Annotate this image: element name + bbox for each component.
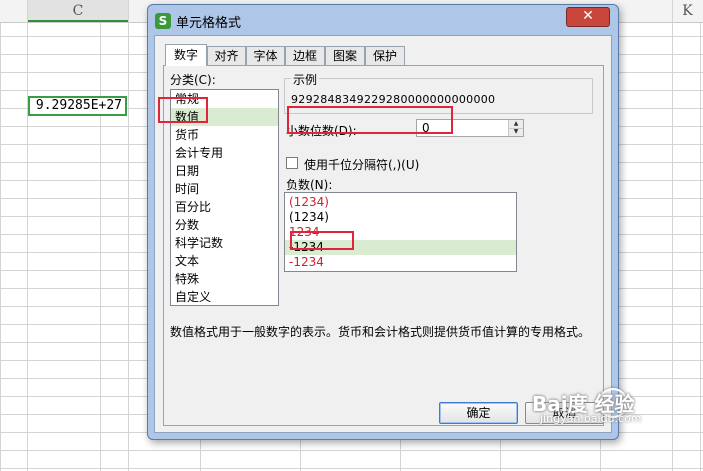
column-header-k[interactable]: K <box>672 0 703 22</box>
decimal-places-label: 小数位数(D): <box>286 124 357 138</box>
category-item[interactable]: 会计专用 <box>171 144 278 162</box>
format-description: 数值格式用于一般数字的表示。货币和会计格式则提供货币值计算的专用格式。 <box>170 325 591 339</box>
category-item[interactable]: 文本 <box>171 252 278 270</box>
category-label: 分类(C): <box>170 73 216 87</box>
category-item[interactable]: 日期 <box>171 162 278 180</box>
tab-alignment[interactable]: 对齐 <box>207 46 246 65</box>
sample-title: 示例 <box>291 71 320 88</box>
ok-button[interactable]: 确定 <box>439 402 518 424</box>
category-item[interactable]: 自定义 <box>171 288 278 306</box>
dialog-titlebar[interactable]: S 单元格格式 ✕ <box>148 5 618 35</box>
decimal-places-spinner[interactable]: 0 ▲ ▼ <box>416 119 524 137</box>
category-item[interactable]: 常规 <box>171 90 278 108</box>
sample-group: 示例 9292848349229280000000000000 <box>284 71 593 114</box>
number-tab-panel: 分类(C): 常规 数值 货币 会计专用 日期 时间 百分比 分数 科学记数 文… <box>163 65 604 426</box>
category-item[interactable]: 百分比 <box>171 198 278 216</box>
category-item[interactable]: 货币 <box>171 126 278 144</box>
spinner-arrows: ▲ ▼ <box>508 120 523 136</box>
dialog-body: 数字 对齐 字体 边框 图案 保护 分类(C): 常规 数值 货币 会计专用 日… <box>154 35 612 433</box>
sample-value: 9292848349229280000000000000 <box>291 93 496 106</box>
close-button[interactable]: ✕ <box>566 7 610 27</box>
negative-option-selected[interactable]: -1234 <box>285 240 516 255</box>
tab-font[interactable]: 字体 <box>246 46 285 65</box>
category-list[interactable]: 常规 数值 货币 会计专用 日期 时间 百分比 分数 科学记数 文本 特殊 自定… <box>170 89 279 306</box>
negative-numbers-list[interactable]: (1234) (1234) 1234 -1234 -1234 <box>284 192 517 272</box>
tab-number[interactable]: 数字 <box>165 44 207 66</box>
negative-option[interactable]: (1234) <box>285 195 516 210</box>
spinner-down-icon[interactable]: ▼ <box>509 128 523 136</box>
negative-numbers-label: 负数(N): <box>286 178 333 192</box>
column-header-c[interactable]: C <box>28 0 128 22</box>
category-item-selected[interactable]: 数值 <box>171 108 278 126</box>
tab-pattern[interactable]: 图案 <box>325 46 365 65</box>
negative-option[interactable]: (1234) <box>285 210 516 225</box>
negative-option[interactable]: 1234 <box>285 225 516 240</box>
thousands-separator-checkbox[interactable] <box>286 157 298 169</box>
category-item[interactable]: 特殊 <box>171 270 278 288</box>
thousands-separator-label[interactable]: 使用千位分隔符(,)(U) <box>304 156 419 173</box>
decimal-places-value[interactable]: 0 <box>422 121 430 135</box>
wps-app-icon: S <box>155 13 171 29</box>
format-cells-dialog: S 单元格格式 ✕ 数字 对齐 字体 边框 图案 保护 分类(C): 常规 数值… <box>147 4 619 440</box>
category-item[interactable]: 分数 <box>171 216 278 234</box>
negative-option[interactable]: -1234 <box>285 255 516 270</box>
dialog-title: 单元格格式 <box>176 16 242 31</box>
active-cell[interactable]: 9.29285E+27 <box>28 96 127 116</box>
tab-border[interactable]: 边框 <box>285 46 325 65</box>
tab-protection[interactable]: 保护 <box>365 46 405 65</box>
category-item[interactable]: 时间 <box>171 180 278 198</box>
watermark-url: jingyan.baidu.com <box>540 412 642 425</box>
category-item[interactable]: 科学记数 <box>171 234 278 252</box>
